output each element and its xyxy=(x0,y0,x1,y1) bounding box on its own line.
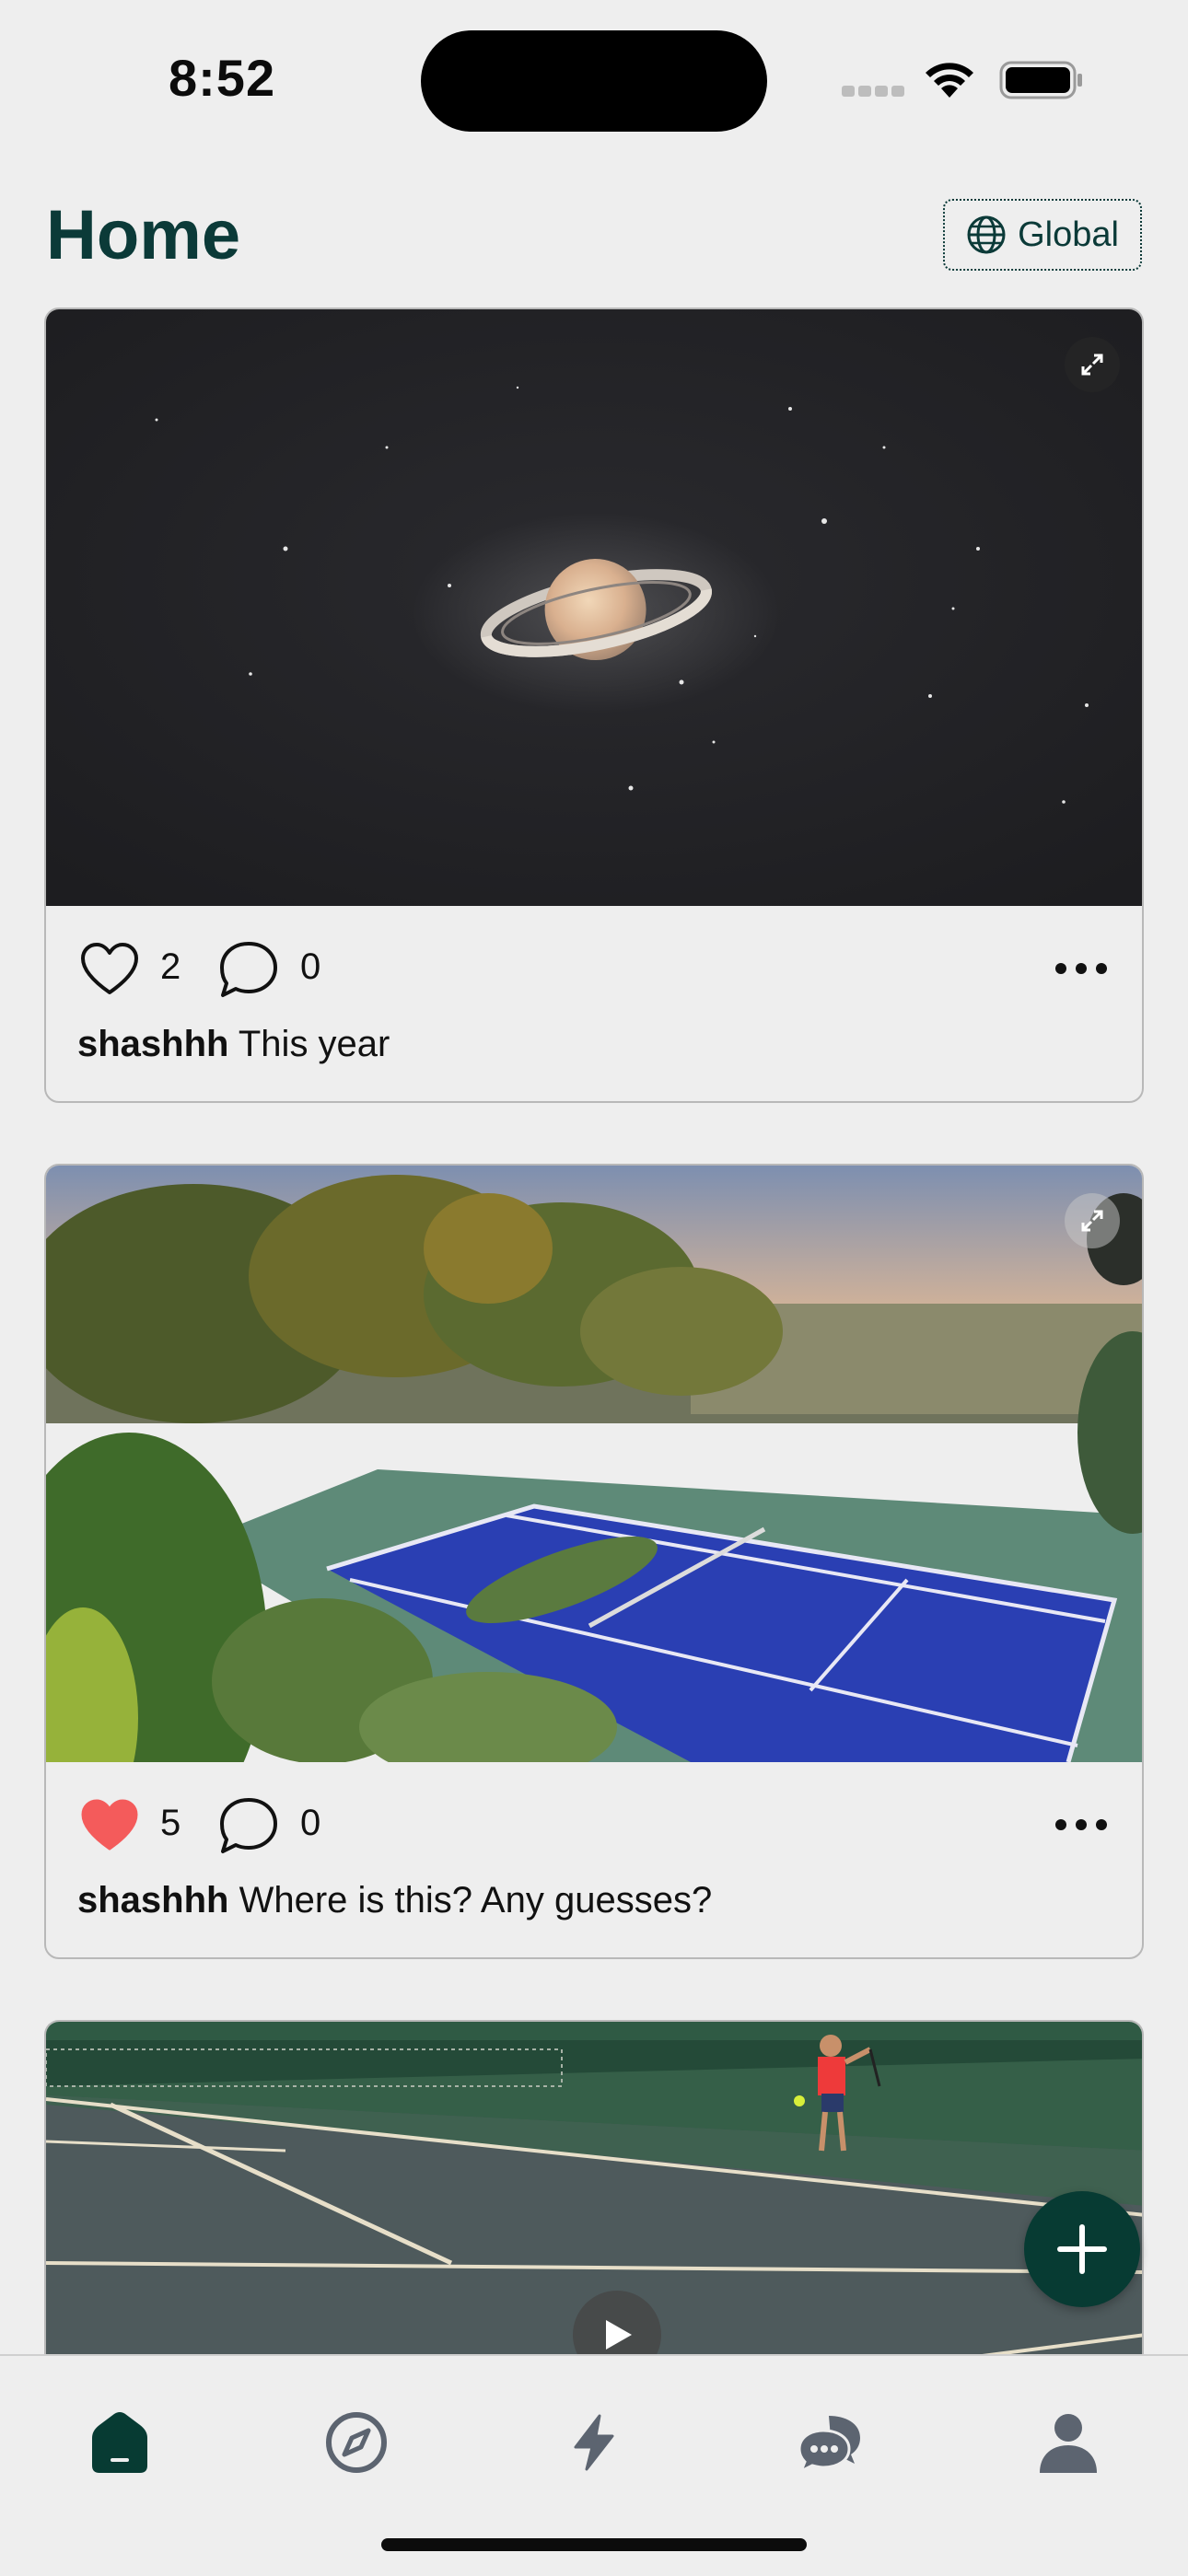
battery-icon xyxy=(999,61,1082,99)
chat-bubbles-icon xyxy=(798,2416,860,2475)
saturn-photo xyxy=(46,309,1142,906)
plus-icon xyxy=(1057,2224,1107,2274)
more-options-icon[interactable] xyxy=(1054,961,1109,976)
comment-icon[interactable] xyxy=(217,939,280,1000)
globe-icon xyxy=(967,215,1006,254)
post-username[interactable]: shashhh xyxy=(77,1880,228,1920)
post-image[interactable] xyxy=(46,309,1142,906)
post-username[interactable]: shashhh xyxy=(77,1024,228,1064)
expand-icon xyxy=(1081,354,1103,376)
status-bar: 8:52 xyxy=(0,0,1188,157)
heart-filled-icon[interactable] xyxy=(79,1797,140,1854)
post-actions: 5 0 xyxy=(46,1762,1142,1882)
global-filter-label: Global xyxy=(1018,215,1119,254)
page-title: Home xyxy=(46,196,241,274)
expand-media-button[interactable] xyxy=(1065,337,1120,392)
tab-explore[interactable] xyxy=(320,2406,393,2479)
post-caption-text: Where is this? Any guesses? xyxy=(239,1880,713,1920)
create-post-button[interactable] xyxy=(1024,2191,1140,2307)
post-actions: 2 0 xyxy=(46,906,1142,1026)
post-caption-text: This year xyxy=(238,1024,390,1064)
post-card: 5 0 shashhh Where is this? Any guesses? xyxy=(44,1164,1144,1959)
comment-icon[interactable] xyxy=(217,1795,280,1856)
home-icon xyxy=(92,2412,147,2473)
expand-media-button[interactable] xyxy=(1065,1193,1120,1248)
cellular-signal-icon xyxy=(842,86,906,97)
tab-activity[interactable] xyxy=(557,2406,631,2479)
post-image[interactable] xyxy=(46,1166,1142,1762)
post-card: 2 0 shashhh This year xyxy=(44,307,1144,1103)
compass-icon xyxy=(326,2412,387,2473)
like-count: 2 xyxy=(160,946,181,987)
more-options-icon[interactable] xyxy=(1054,1817,1109,1832)
lightning-icon xyxy=(574,2414,614,2471)
tennis-court-photo xyxy=(46,1166,1142,1762)
home-indicator xyxy=(381,2538,807,2551)
expand-icon xyxy=(1081,1210,1103,1232)
post-card xyxy=(44,2020,1144,2392)
post-video[interactable] xyxy=(46,2022,1142,2392)
like-count: 5 xyxy=(160,1803,181,1843)
comment-count: 0 xyxy=(300,946,321,987)
post-caption: shashhh Where is this? Any guesses? xyxy=(46,1882,1142,1957)
tab-messages[interactable] xyxy=(794,2406,868,2479)
wifi-icon xyxy=(926,63,973,98)
profile-icon xyxy=(1040,2414,1097,2473)
play-icon xyxy=(606,2320,632,2350)
heart-icon[interactable] xyxy=(79,941,140,998)
global-filter-button[interactable]: Global xyxy=(943,199,1142,271)
tab-profile[interactable] xyxy=(1031,2406,1105,2479)
dynamic-island xyxy=(421,30,767,132)
comment-count: 0 xyxy=(300,1803,321,1843)
post-caption: shashhh This year xyxy=(46,1026,1142,1101)
status-time: 8:52 xyxy=(169,49,276,107)
tab-home[interactable] xyxy=(83,2406,157,2479)
